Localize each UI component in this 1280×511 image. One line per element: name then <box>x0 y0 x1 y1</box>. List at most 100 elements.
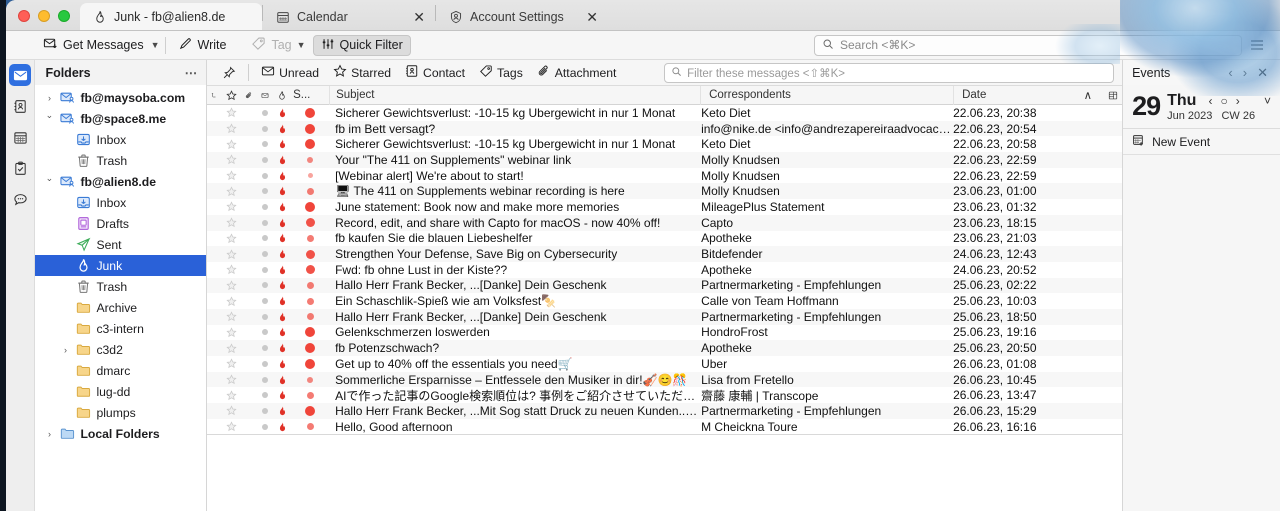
folder-item-trash[interactable]: Trash <box>35 276 206 297</box>
junk-flame-icon[interactable] <box>273 421 291 433</box>
folder-item-c3-intern[interactable]: c3-intern <box>35 318 206 339</box>
filter-messages-input[interactable]: Filter these messages <⇧⌘K> <box>664 62 1115 83</box>
read-status-toggle[interactable] <box>257 266 273 273</box>
tab-junk[interactable]: Junk - fb@alien8.de <box>80 3 262 30</box>
read-status-toggle[interactable] <box>257 407 273 414</box>
folder-item-drafts[interactable]: Drafts <box>35 213 206 234</box>
events-next-button[interactable]: › <box>1238 65 1252 80</box>
message-row[interactable]: Strengthen Your Defense, Save Big on Cyb… <box>207 246 1123 262</box>
message-row[interactable]: fb im Bett versagt? info@nike.de <info@an… <box>207 120 1123 137</box>
message-row[interactable]: [Webinar alert] We're about to start! Mol… <box>207 168 1122 184</box>
read-status-toggle[interactable] <box>257 329 273 336</box>
new-event-row[interactable]: New Event <box>1123 129 1280 155</box>
star-toggle[interactable] <box>221 311 241 322</box>
folder-item-dmarc[interactable]: dmarc <box>35 360 206 381</box>
star-toggle[interactable] <box>221 123 241 134</box>
column-subject[interactable]: Subject <box>330 86 700 105</box>
folder-item-junk[interactable]: Junk <box>35 255 207 276</box>
folder-item-trash[interactable]: Trash <box>35 150 206 171</box>
get-messages-button[interactable]: Get Messages <box>36 35 151 56</box>
maximize-window-button[interactable] <box>58 10 70 22</box>
rail-item-tasks[interactable] <box>9 157 31 179</box>
message-row[interactable]: fb kaufen Sie die blauen Liebeshelfer Apo… <box>207 231 1122 247</box>
column-read-status[interactable] <box>257 86 273 105</box>
folder-item-inbox[interactable]: Inbox <box>35 192 206 213</box>
read-status-toggle[interactable] <box>257 345 273 352</box>
read-status-toggle[interactable] <box>257 188 273 195</box>
folder-item-local-folders[interactable]: › Local Folders <box>35 423 206 444</box>
junk-flame-icon[interactable] <box>273 389 291 401</box>
message-rows[interactable]: Sicherer Gewichtsverlust: -10-15 kg Uber… <box>207 105 1123 511</box>
read-status-toggle[interactable] <box>257 360 273 367</box>
column-attachment[interactable] <box>241 86 257 105</box>
junk-flame-icon[interactable] <box>273 248 291 260</box>
column-correspondents[interactable]: Correspondents <box>701 86 953 105</box>
pin-filter-button[interactable] <box>215 63 243 83</box>
close-window-button[interactable] <box>18 10 30 22</box>
filter-unread-button[interactable]: Unread <box>254 63 326 83</box>
star-toggle[interactable] <box>221 280 241 291</box>
search-input[interactable]: Search <⌘K> <box>814 34 1242 56</box>
message-row[interactable]: Ein Schaschlik-Spieß wie am Volksfest🍢 Ca… <box>207 293 1122 309</box>
star-toggle[interactable] <box>221 405 241 416</box>
junk-flame-icon[interactable] <box>273 138 291 150</box>
read-status-toggle[interactable] <box>257 172 273 179</box>
read-status-toggle[interactable] <box>257 235 273 242</box>
star-toggle[interactable] <box>221 186 241 197</box>
folder-item-lug-dd[interactable]: lug-dd <box>35 381 206 402</box>
quick-filter-button[interactable]: Quick Filter <box>312 34 411 56</box>
rail-item-mail[interactable] <box>9 64 32 86</box>
read-status-toggle[interactable] <box>257 125 273 132</box>
tag-dropdown-icon[interactable]: ▼ <box>297 40 306 50</box>
column-picker-button[interactable] <box>1104 86 1122 105</box>
star-toggle[interactable] <box>221 343 241 354</box>
read-status-toggle[interactable] <box>257 392 273 399</box>
twisty-collapsed-icon[interactable]: › <box>59 345 71 355</box>
junk-flame-icon[interactable] <box>273 342 291 354</box>
read-status-toggle[interactable] <box>257 109 273 116</box>
junk-flame-icon[interactable] <box>273 405 291 417</box>
folder-item-plumps[interactable]: plumps <box>35 402 206 423</box>
star-toggle[interactable] <box>221 170 241 181</box>
star-toggle[interactable] <box>221 374 241 385</box>
read-status-toggle[interactable] <box>257 282 273 289</box>
column-spam-score[interactable]: S... <box>291 86 329 105</box>
junk-flame-icon[interactable] <box>273 264 291 276</box>
star-toggle[interactable] <box>221 139 241 150</box>
twisty-collapsed-icon[interactable]: › <box>43 429 55 439</box>
message-row[interactable]: June statement: Book now and make more m… <box>207 199 1122 215</box>
read-status-toggle[interactable] <box>257 376 273 383</box>
star-toggle[interactable] <box>221 421 241 432</box>
tab-calendar[interactable]: Calendar ✕ <box>263 3 435 30</box>
message-row[interactable]: Record, edit, and share with Capto for m… <box>207 214 1123 231</box>
message-row[interactable]: Hallo Herr Frank Becker, ...Mit Sog stat… <box>207 403 1123 419</box>
rail-item-chat[interactable] <box>9 188 31 210</box>
message-row[interactable]: Sommerliche Ersparnisse – Entfessele den… <box>207 371 1123 388</box>
star-toggle[interactable] <box>221 264 241 275</box>
star-toggle[interactable] <box>221 295 241 307</box>
events-day-next-button[interactable]: › <box>1233 94 1243 108</box>
message-row[interactable]: Fwd: fb ohne Lust in der Kiste?? Apotheke… <box>207 262 1122 278</box>
message-row[interactable]: AIで作った記事のGoogle検索順位は? 事例をご紹介させていただきます。 齋藤… <box>207 387 1122 403</box>
column-date[interactable]: Date ∧ <box>954 86 1104 105</box>
star-toggle[interactable] <box>221 390 241 401</box>
close-tab-button[interactable]: ✕ <box>586 10 598 24</box>
star-toggle[interactable] <box>221 107 241 118</box>
folder-item-c3d2[interactable]: › c3d2 <box>35 339 206 360</box>
junk-flame-icon[interactable] <box>273 374 291 386</box>
read-status-toggle[interactable] <box>257 313 273 320</box>
junk-flame-icon[interactable] <box>273 232 291 244</box>
star-toggle[interactable] <box>221 154 241 165</box>
message-row[interactable]: Hallo Herr Frank Becker, ...[Danke] Dein… <box>207 308 1123 325</box>
junk-flame-icon[interactable] <box>273 326 291 338</box>
star-toggle[interactable] <box>221 358 241 369</box>
message-row[interactable]: Hallo Herr Frank Becker, ...[Danke] Dein… <box>207 277 1123 294</box>
app-menu-button[interactable] <box>1242 37 1272 53</box>
twisty-expanded-icon[interactable]: ⌄ <box>43 173 55 184</box>
tab-account-settings[interactable]: Account Settings ✕ <box>436 3 608 30</box>
column-star[interactable] <box>221 86 241 105</box>
folder-item-fb-maysoba-com[interactable]: › fb@maysoba.com <box>35 87 206 108</box>
folder-item-archive[interactable]: Archive <box>35 297 206 318</box>
junk-flame-icon[interactable] <box>273 154 291 166</box>
column-thread[interactable] <box>207 86 221 105</box>
